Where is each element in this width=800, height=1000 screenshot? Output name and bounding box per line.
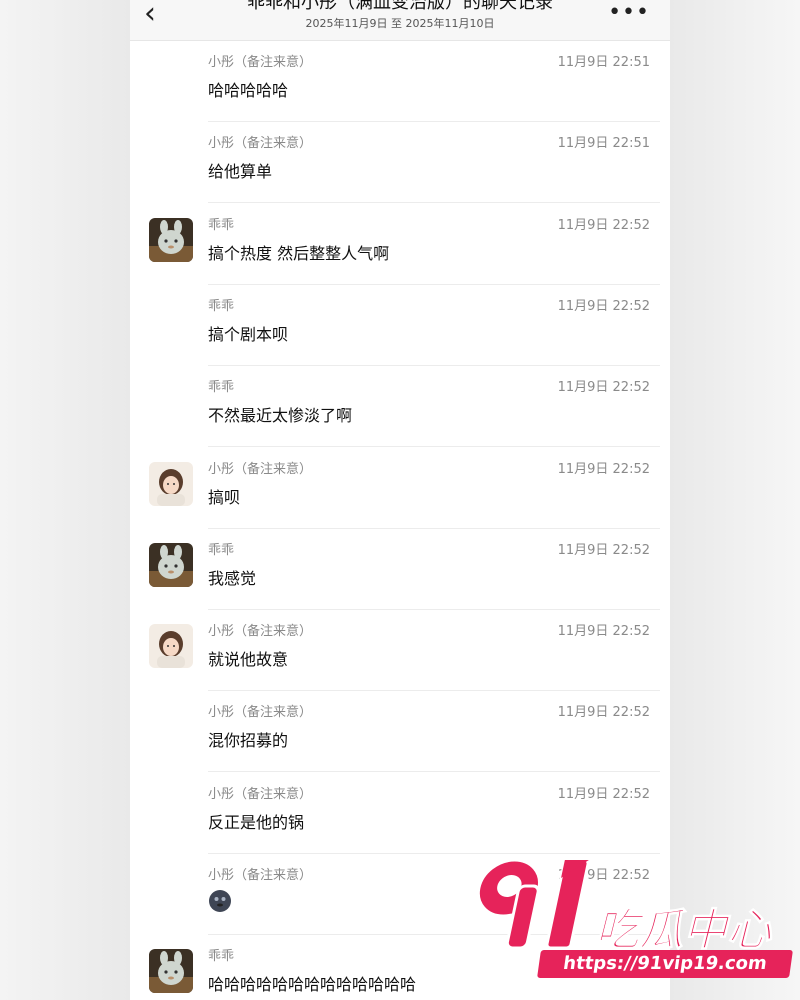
message-time: 11月9日 22:52 [557, 786, 650, 802]
message-time: 11月9日 22:52 [557, 298, 650, 314]
sender-name: 小彤（备注来意） [208, 705, 313, 721]
sender-name: 小彤（备注来意） [208, 624, 313, 640]
list-item: 乖乖 11月9日 22:52 搞个热度 然后整整人气啊 [130, 204, 670, 285]
list-item: 小彤（备注来意） 11月9日 22:52 就说他故意 [130, 610, 670, 692]
list-item: 乖乖 11月9日 22:52 搞个剧本呗 [130, 285, 670, 366]
list-item: 乖乖 11月9日 22:52 不然最近太惨淡了啊 [130, 366, 670, 448]
watermark-name: 吃瓜中心 [595, 905, 772, 957]
message-text: 哈哈哈哈哈 [208, 81, 289, 100]
page-title: 乖乖和小彤（满血变治版）的聊天记录 [247, 0, 553, 13]
round-face-emoji-icon[interactable] [208, 889, 232, 913]
sender-name: 乖乖 [208, 217, 235, 233]
message-time: 11月9日 22:52 [557, 380, 650, 396]
message-time: 11月9日 22:52 [557, 705, 650, 721]
sender-name: 小彤（备注来意） [208, 461, 313, 477]
avatar-xiaotong[interactable] [149, 624, 193, 669]
sender-name: 乖乖 [208, 542, 235, 558]
navigation-bar: ‹ 乖乖和小彤（满血变治版）的聊天记录 2025年11月9日 至 2025年11… [130, 0, 670, 41]
list-item: 乖乖 11月9日 22:52 我感觉 [130, 529, 670, 610]
list-item: 小彤（备注来意） 11月9日 22:51 给他算单 [130, 122, 670, 204]
sender-name: 乖乖 [208, 949, 235, 965]
message-text: 搞个剧本呗 [208, 324, 289, 344]
avatar-guaiguai[interactable] [149, 217, 193, 262]
message-text: 搞个热度 然后整整人气啊 [208, 243, 390, 263]
avatar-xiaotong[interactable] [149, 461, 193, 506]
sender-name: 乖乖 [208, 298, 235, 314]
sender-name: 小彤（备注来意） [208, 136, 313, 152]
message-time: 11月9日 22:51 [557, 55, 650, 70]
watermark: 吃瓜中心 https://91vip19.com [455, 850, 800, 1000]
sender-name: 乖乖 [208, 380, 235, 396]
background-left [0, 0, 130, 1000]
watermark-logo-number [476, 858, 590, 950]
message-text: 反正是他的锅 [208, 812, 305, 832]
message-text: 混你招募的 [208, 731, 289, 751]
sender-name: 小彤（备注来意） [208, 868, 313, 883]
message-text: 搞呗 [208, 487, 241, 507]
message-time: 11月9日 22:51 [557, 136, 650, 152]
message-text: 不然最近太惨淡了啊 [208, 406, 353, 426]
message-time: 11月9日 22:52 [557, 624, 650, 640]
list-item: 小彤（备注来意） 11月9日 22:52 混你招募的 [130, 691, 670, 773]
chevron-left-icon[interactable]: ‹ [144, 0, 156, 34]
message-time: 11月9日 22:52 [557, 461, 650, 477]
avatar-guaiguai[interactable] [149, 542, 193, 587]
list-item: 小彤（备注来意） 11月9日 22:51 哈哈哈哈哈 [130, 41, 670, 122]
watermark-url: https://91vip19.com [537, 950, 793, 978]
list-item: 小彤（备注来意） 11月9日 22:52 反正是他的锅 [130, 773, 670, 854]
message-time: 11月9日 22:52 [557, 542, 650, 558]
message-text: 哈哈哈哈哈哈哈哈哈哈哈哈哈 [208, 975, 417, 995]
date-range: 2025年11月9日 至 2025年11月10日 [305, 17, 495, 30]
list-item: 小彤（备注来意） 11月9日 22:52 搞呗 [130, 448, 670, 529]
message-text: 给他算单 [208, 162, 273, 182]
sender-name: 小彤（备注来意） [208, 786, 313, 802]
message-time: 11月9日 22:52 [557, 217, 650, 233]
message-text: 我感觉 [208, 568, 257, 588]
message-text: 就说他故意 [208, 650, 289, 670]
sender-name: 小彤（备注来意） [208, 55, 313, 70]
avatar-guaiguai[interactable] [149, 949, 193, 994]
more-dots-icon[interactable]: ••• [608, 0, 650, 28]
